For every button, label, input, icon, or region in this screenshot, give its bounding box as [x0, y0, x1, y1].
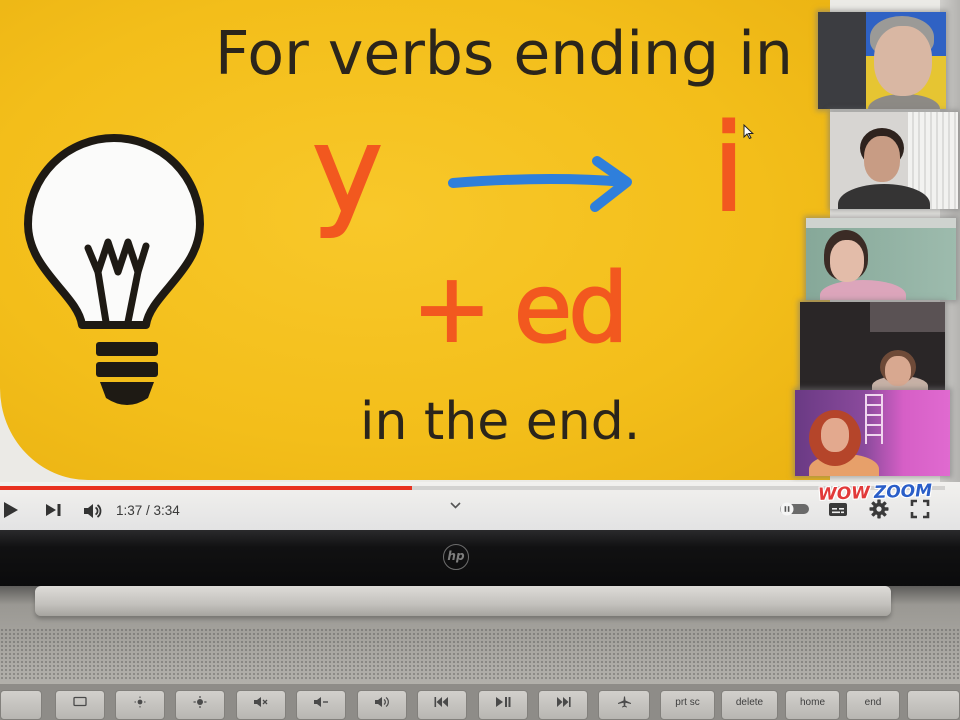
key-blank	[0, 690, 42, 720]
logo-word-1: WOW	[817, 483, 871, 505]
key-previous-track	[417, 690, 467, 720]
progress-bar[interactable]	[0, 486, 945, 490]
volume-mute-icon	[254, 697, 268, 707]
chevron-down-icon[interactable]	[450, 502, 461, 509]
key-prt-sc: prt sc	[660, 690, 715, 720]
volume-down-icon	[314, 697, 328, 707]
key-next-track	[538, 690, 588, 720]
participant-tile-4[interactable]	[800, 302, 945, 390]
brightness-up-icon	[193, 696, 207, 708]
key-volume-down	[296, 690, 346, 720]
key-label: delete	[735, 697, 764, 708]
next-icon[interactable]	[45, 503, 62, 517]
next-track-icon	[557, 697, 571, 707]
key-end: end	[846, 690, 900, 720]
player-controls: 1:37 / 3:34	[0, 482, 960, 530]
screen-icon	[73, 696, 87, 707]
brightness-down-icon	[134, 696, 146, 708]
key-volume-mute	[236, 690, 286, 720]
participant-tile-5[interactable]	[795, 390, 950, 476]
ceiling-band	[806, 218, 956, 228]
time-display: 1:37 / 3:34	[116, 503, 180, 518]
key-screen	[55, 690, 105, 720]
slide-footer-text: in the end.	[360, 392, 641, 452]
key-delete: delete	[721, 690, 778, 720]
participant-face	[830, 240, 864, 282]
room-wall	[870, 302, 945, 332]
play-icon[interactable]	[3, 501, 19, 519]
participant-body	[820, 280, 906, 300]
hp-logo: hp	[443, 544, 469, 570]
bulb-glass	[24, 134, 204, 329]
lightbulb-icon	[24, 134, 204, 405]
key-label: home	[799, 697, 825, 708]
key-brightness-up	[175, 690, 225, 720]
previous-track-icon	[434, 697, 448, 707]
laptop-screen: For verbs ending in y i + ed in the end.	[0, 0, 960, 530]
volume-up-icon	[375, 697, 389, 707]
key-volume-up	[357, 690, 407, 720]
autoplay-toggle[interactable]	[779, 502, 810, 516]
participant-face	[821, 418, 849, 452]
right-arrow-icon	[448, 156, 632, 212]
tile-background	[818, 12, 866, 109]
speaker-grille	[0, 628, 960, 680]
key-label: end	[864, 697, 882, 708]
participant-face	[864, 136, 900, 182]
participant-tile-3[interactable]	[806, 218, 956, 300]
participant-tile-2[interactable]	[830, 112, 958, 209]
laptop-hinge	[35, 586, 891, 616]
letter-from: y	[311, 102, 384, 241]
letter-to: i	[711, 100, 746, 239]
bunk-bed-ladder	[865, 394, 883, 444]
progress-played	[0, 486, 413, 490]
screen-bezel	[0, 530, 960, 588]
logo-word-2: ZOOM	[873, 480, 933, 503]
key-label: prt sc	[675, 697, 700, 708]
airplane-mode-icon	[618, 696, 631, 708]
suffix-text: + ed	[411, 254, 630, 364]
play-pause-icon	[496, 697, 511, 707]
video-slide[interactable]: For verbs ending in y i + ed in the end.	[0, 0, 830, 480]
key-blank	[907, 690, 960, 720]
key-brightness-down	[115, 690, 165, 720]
bulb-base	[96, 342, 158, 405]
cursor-icon	[743, 124, 754, 139]
key-airplane-mode	[598, 690, 650, 720]
volume-icon[interactable]	[83, 502, 102, 520]
participant-tile-1[interactable]	[818, 12, 946, 109]
slide-heading: For verbs ending in	[215, 19, 793, 89]
key-home: home	[785, 690, 840, 720]
watermark-logo: WOW ZOOM	[817, 479, 933, 507]
participant-face	[885, 356, 911, 386]
key-play-pause	[478, 690, 528, 720]
participant-face	[874, 26, 932, 96]
